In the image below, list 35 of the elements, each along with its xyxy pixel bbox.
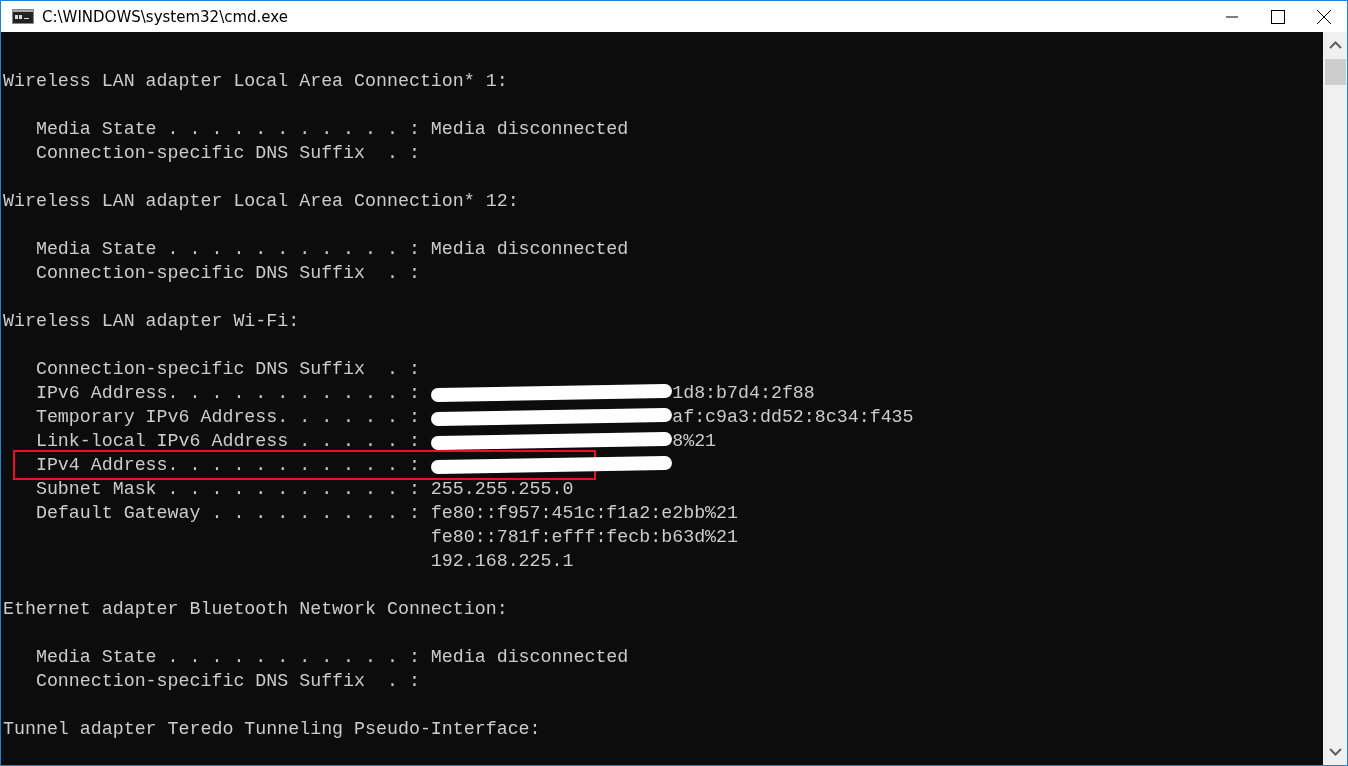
entry-label: Media State . . . . . . . . . . . : [34, 238, 420, 261]
entry-label: Connection-specific DNS Suffix . : [34, 262, 420, 285]
adapter-heading: Wireless LAN adapter Wi-Fi: [3, 310, 301, 333]
maximize-icon [1271, 9, 1285, 24]
entry-label: Temporary IPv6 Address. . . . . . : [34, 406, 420, 429]
entry-value: 1d8:b7d4:2f88 [672, 382, 815, 405]
adapter-heading: Ethernet adapter Bluetooth Network Connection: [3, 598, 509, 621]
scrollbar[interactable] [1323, 32, 1347, 765]
entry-value: af:c9a3:dd52:8c34:f435 [672, 406, 914, 429]
adapter-heading: Wireless LAN adapter Local Area Connection* 12: [3, 190, 520, 213]
console-icon [12, 9, 34, 24]
entry-value: Media disconnected [430, 238, 629, 261]
entry-label: IPv4 Address. . . . . . . . . . . : [34, 454, 420, 477]
entry-label: Media State . . . . . . . . . . . : [34, 646, 420, 669]
entry-value: 8%21 [672, 430, 717, 453]
entry-value: 255.255.255.0 [430, 478, 574, 501]
entry-value: 192.168.225.1 [430, 550, 574, 573]
adapter-heading: Tunnel adapter Teredo Tunneling Pseudo-Interface: [3, 718, 542, 741]
entry-label: Media State . . . . . . . . . . . : [34, 118, 420, 141]
minimize-icon [1226, 15, 1238, 18]
entry-label: Subnet Mask . . . . . . . . . . . : [34, 478, 420, 501]
entry-label: Connection-specific DNS Suffix . : [34, 358, 420, 381]
entry-label: Default Gateway . . . . . . . . . : [34, 502, 420, 525]
entry-value: Media disconnected [430, 646, 629, 669]
entry-value: fe80::781f:efff:fecb:b63d%21 [430, 526, 739, 549]
adapter-heading: Wireless LAN adapter Local Area Connection* 1: [3, 70, 509, 93]
entry-label: Connection-specific DNS Suffix . : [34, 670, 420, 693]
entry-label: IPv6 Address. . . . . . . . . . . : [34, 382, 420, 405]
entry-label: Connection-specific DNS Suffix . : [34, 142, 420, 165]
close-icon [1317, 9, 1331, 24]
entry-value: Media disconnected [430, 118, 629, 141]
scroll-thumb[interactable] [1324, 59, 1346, 85]
window-title: C:\WINDOWS\system32\cmd.exe [42, 7, 289, 26]
entry-label: Link-local IPv6 Address . . . . . : [34, 430, 420, 453]
entry-value: fe80::f957:451c:f1a2:e2bb%21 [430, 502, 739, 525]
